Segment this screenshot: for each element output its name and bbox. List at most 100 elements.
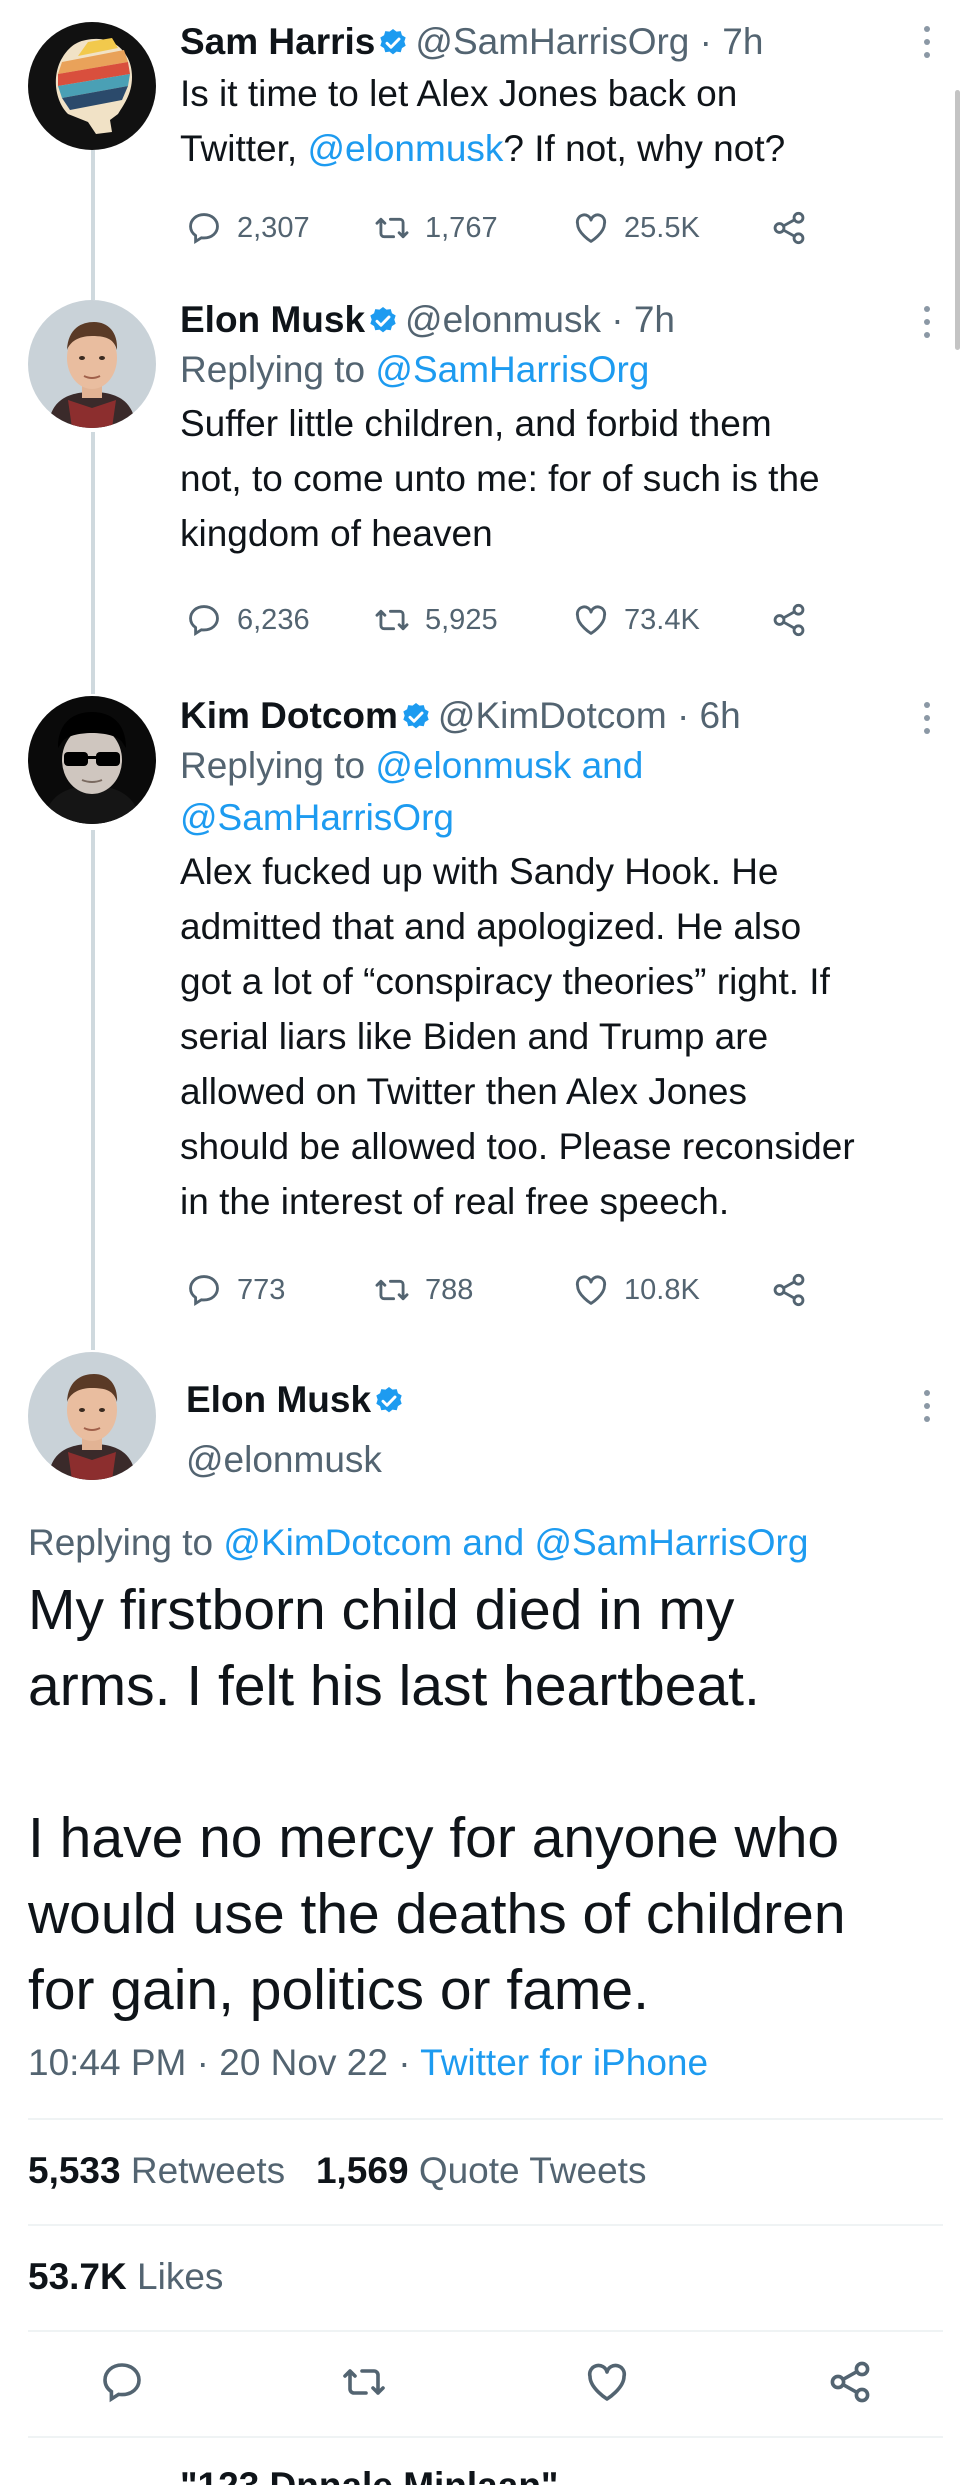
text-line: got a lot of “conspiracy theories” right… bbox=[180, 961, 830, 1002]
retweet-quote-stats: 5,533 Retweets 1,569 Quote Tweets bbox=[28, 2146, 646, 2196]
text-line: Suffer little children, and forbid them bbox=[180, 403, 772, 444]
tweet-header: Kim Dotcom @KimDotcom · 6h bbox=[180, 692, 943, 740]
share-button[interactable] bbox=[770, 596, 822, 644]
reply-prefix: Replying to bbox=[180, 349, 376, 390]
tweet-actions: 2,307 1,767 25.5K bbox=[180, 204, 820, 252]
replying-to: Replying to @elonmusk and @SamHarrisOrg bbox=[180, 740, 943, 844]
scrollbar[interactable] bbox=[955, 90, 960, 350]
text-line: allowed on Twitter then Alex Jones bbox=[180, 1071, 747, 1112]
reply-count: 6,236 bbox=[237, 603, 310, 636]
tweet-text: Suffer little children, and forbid them … bbox=[180, 396, 943, 561]
reply-icon bbox=[189, 1275, 219, 1307]
author-handle[interactable]: @KimDotcom bbox=[438, 695, 667, 736]
text-line: should be allowed too. Please reconsider bbox=[180, 1126, 855, 1167]
verified-badge-icon bbox=[370, 307, 396, 333]
main-author-name[interactable]: Elon Musk bbox=[186, 1376, 411, 1424]
avatar-kim-dotcom[interactable] bbox=[28, 696, 156, 824]
avatar-elon-musk-main[interactable] bbox=[28, 1352, 156, 1480]
share-button[interactable] bbox=[770, 204, 822, 252]
reply-button[interactable]: 773 bbox=[185, 1266, 285, 1314]
share-button[interactable] bbox=[826, 2358, 874, 2406]
like-button[interactable]: 10.8K bbox=[572, 1266, 700, 1314]
retweet-button[interactable]: 5,925 bbox=[373, 596, 498, 644]
like-button[interactable]: 25.5K bbox=[572, 204, 700, 252]
reply-button[interactable]: 6,236 bbox=[185, 596, 310, 644]
retweet-button[interactable] bbox=[340, 2358, 388, 2406]
reply-icon bbox=[189, 605, 219, 637]
author-name[interactable]: Sam Harris bbox=[180, 21, 375, 62]
tweet-header: Sam Harris @SamHarrisOrg · 7h bbox=[180, 18, 943, 66]
client-link[interactable]: Twitter for iPhone bbox=[420, 2042, 708, 2083]
tweet-actions: 773 788 10.8K bbox=[180, 1266, 820, 1314]
divider bbox=[28, 2436, 943, 2438]
tweet-timestamp: 10:44 PM · 20 Nov 22 · Twitter for iPhon… bbox=[28, 2038, 708, 2088]
retweet-button[interactable]: 788 bbox=[373, 1266, 473, 1314]
retweet-icon bbox=[375, 1279, 409, 1301]
retweet-count: 1,767 bbox=[425, 211, 498, 244]
like-count: 73.4K bbox=[624, 603, 700, 636]
avatar-sam-harris[interactable] bbox=[28, 22, 156, 150]
mention-link[interactable]: @SamHarrisOrg bbox=[180, 797, 454, 838]
retweet-count: 5,925 bbox=[425, 603, 498, 636]
likes-stat[interactable]: 53.7K Likes bbox=[28, 2252, 223, 2302]
likes-count: 53.7K bbox=[28, 2256, 127, 2297]
like-button[interactable]: 73.4K bbox=[572, 596, 700, 644]
heart-icon bbox=[575, 605, 607, 635]
mention-link[interactable]: @KimDotcom and @SamHarrisOrg bbox=[223, 1522, 808, 1563]
heart-icon bbox=[587, 2363, 627, 2401]
tweet-header: Elon Musk @elonmusk · 7h bbox=[180, 296, 943, 344]
tweet-actions: 6,236 5,925 73.4K bbox=[180, 596, 820, 644]
heart-icon bbox=[575, 213, 607, 243]
share-button[interactable] bbox=[770, 1266, 822, 1314]
tweet-time: · 7h bbox=[611, 299, 675, 340]
tweet-text: Is it time to let Alex Jones back on Twi… bbox=[180, 66, 943, 176]
more-options-icon[interactable] bbox=[921, 1390, 933, 1429]
author-name[interactable]: Kim Dotcom bbox=[180, 695, 398, 736]
text-line: serial liars like Biden and Trump are bbox=[180, 1016, 769, 1057]
text-span: Twitter, bbox=[180, 128, 308, 169]
retweets-label: Retweets bbox=[130, 2150, 286, 2191]
replying-to: Replying to @SamHarrisOrg bbox=[180, 344, 943, 396]
divider bbox=[28, 2330, 943, 2332]
text-line: admitted that and apologized. He also bbox=[180, 906, 802, 947]
share-icon bbox=[830, 2361, 870, 2403]
like-button[interactable] bbox=[583, 2358, 631, 2406]
text-line: in the interest of real free speech. bbox=[180, 1181, 730, 1222]
main-tweet-actions bbox=[0, 2352, 963, 2412]
text-line: kingdom of heaven bbox=[180, 513, 493, 554]
like-count: 25.5K bbox=[624, 211, 700, 244]
quotes-stat[interactable]: 1,569 Quote Tweets bbox=[316, 2150, 647, 2191]
main-author-handle[interactable]: @elonmusk bbox=[186, 1436, 382, 1484]
reply-button[interactable]: 2,307 bbox=[185, 204, 310, 252]
retweets-count: 5,533 bbox=[28, 2150, 121, 2191]
divider bbox=[28, 2224, 943, 2226]
author-handle[interactable]: @SamHarrisOrg bbox=[415, 21, 689, 62]
author-name[interactable]: Elon Musk bbox=[180, 299, 365, 340]
main-tweet-text: My firstborn child died in my arms. I fe… bbox=[28, 1572, 948, 2028]
text-line: My firstborn child died in my bbox=[28, 1578, 735, 1642]
text-line: arms. I felt his last heartbeat. bbox=[28, 1654, 760, 1718]
reply-button[interactable] bbox=[98, 2358, 146, 2406]
mention-link[interactable]: @SamHarrisOrg bbox=[375, 349, 649, 390]
avatar-elon-musk[interactable] bbox=[28, 300, 156, 428]
retweets-stat[interactable]: 5,533 Retweets bbox=[28, 2150, 285, 2191]
tweet-text: Alex fucked up with Sandy Hook. He admit… bbox=[180, 844, 943, 1229]
text-line: would use the deaths of children bbox=[28, 1882, 846, 1946]
verified-badge-icon bbox=[403, 703, 429, 729]
author-handle[interactable]: @elonmusk bbox=[405, 299, 601, 340]
text-line: Alex fucked up with Sandy Hook. He bbox=[180, 851, 779, 892]
author-name[interactable]: Elon Musk bbox=[186, 1379, 371, 1420]
reply-prefix: Replying to bbox=[180, 745, 376, 786]
likes-label: Likes bbox=[137, 2256, 224, 2297]
retweet-button[interactable]: 1,767 bbox=[373, 204, 498, 252]
mention-link[interactable]: @elonmusk and bbox=[375, 745, 643, 786]
share-icon bbox=[773, 211, 805, 245]
mention-link[interactable]: @elonmusk bbox=[307, 128, 503, 169]
retweet-icon bbox=[375, 217, 409, 239]
timestamp[interactable]: 10:44 PM · 20 Nov 22 · bbox=[28, 2042, 420, 2083]
thread-line bbox=[91, 150, 95, 300]
replying-to: Replying to @KimDotcom and @SamHarrisOrg bbox=[28, 1518, 808, 1568]
text-line: Is it time to let Alex Jones back on bbox=[180, 73, 738, 114]
thread-line bbox=[91, 432, 95, 694]
